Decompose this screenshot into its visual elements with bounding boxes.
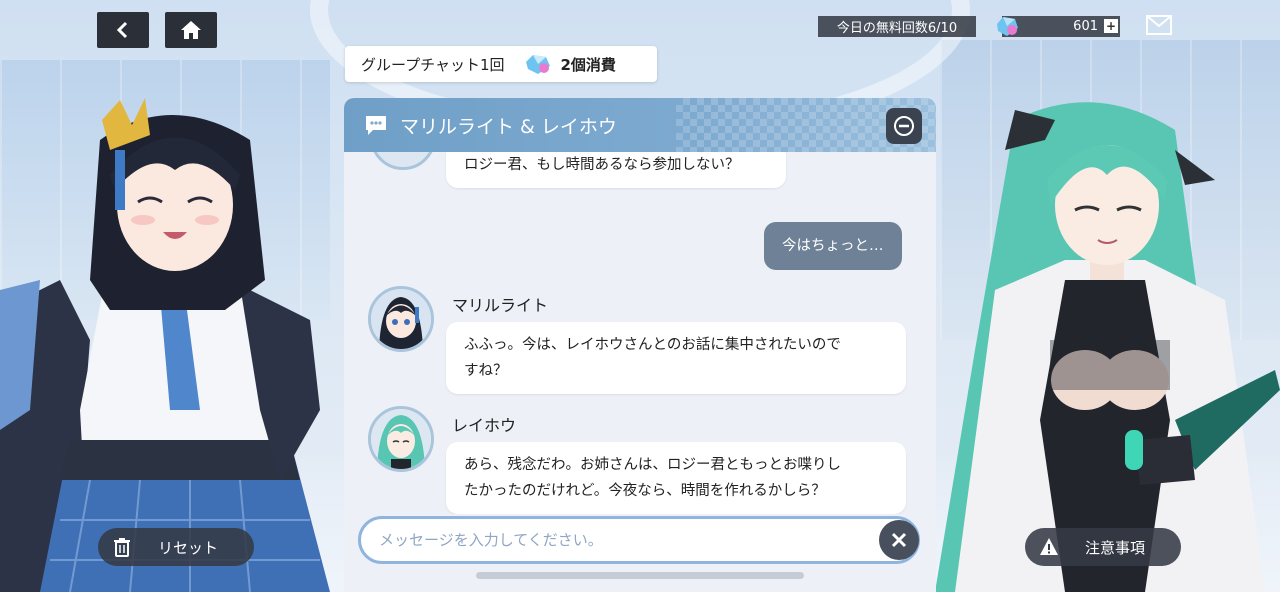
chat-header: マリルライト & レイホウ — [344, 98, 936, 152]
gem-icon — [997, 17, 1018, 36]
cost-label: グループチャット1回 — [361, 55, 505, 74]
message-text-line: あら、残念だわ。お姉さんは、ロジー君ともっとお喋りし — [464, 457, 841, 473]
minus-circle-icon — [894, 116, 914, 136]
message-text: 今はちょっと… — [782, 238, 884, 254]
sender-name: マリルライト — [452, 296, 549, 315]
close-icon — [891, 532, 907, 548]
avatar-marilight — [368, 286, 434, 352]
scroll-indicator[interactable] — [476, 572, 804, 579]
message-bubble: あら、残念だわ。お姉さんは、ロジー君ともっとお喋りし たかったのだけれど。今夜な… — [446, 442, 906, 514]
gem-icon — [525, 55, 550, 74]
free-count-display: 今日の無料回数6/10 — [818, 16, 976, 37]
marilight-portrait — [371, 289, 431, 349]
chevron-left-icon — [116, 21, 128, 39]
avatar-reihou — [368, 406, 434, 472]
reset-label: リセット — [158, 538, 219, 557]
message-text-line: すね？ — [464, 363, 508, 379]
message-bubble: ふふっ。今は、レイホウさんとのお話に集中されたいので すね？ — [446, 322, 906, 394]
message-text-line: たかったのだけれど。今夜なら、時間を作れるかしら？ — [464, 483, 826, 499]
sent-message-bubble: 今はちょっと… — [764, 222, 902, 270]
character-reihou — [935, 102, 1280, 592]
cost-amount: 2個消費 — [560, 55, 616, 74]
message-input-container — [358, 516, 920, 564]
reset-button[interactable]: リセット — [98, 528, 254, 566]
gem-count: 601 — [1073, 19, 1098, 34]
message-text-line: ふふっ。今は、レイホウさんとのお話に集中されたいので — [464, 337, 841, 353]
character-marilight — [0, 98, 330, 592]
add-gems-button[interactable]: + — [1104, 19, 1118, 33]
message-text: ロジー君、もし時間あるなら参加しない？ — [464, 157, 740, 173]
mail-icon[interactable] — [1146, 15, 1172, 35]
message-bubble: ロジー君、もし時間あるなら参加しない？ — [446, 152, 786, 188]
trash-icon — [114, 538, 130, 557]
home-button[interactable] — [165, 12, 217, 48]
avatar-marilight — [370, 152, 436, 170]
clear-input-button[interactable] — [879, 520, 919, 560]
chat-bubble-icon — [366, 116, 386, 135]
reihou-portrait — [371, 409, 431, 469]
message-input[interactable] — [379, 531, 859, 549]
back-button[interactable] — [97, 12, 149, 48]
warning-icon — [1040, 538, 1058, 555]
minimize-button[interactable] — [886, 108, 922, 144]
sender-name: レイホウ — [452, 416, 517, 435]
message-list[interactable]: ロジー君、もし時間あるなら参加しない？ 今はちょっと… マリルライト ふふっ。今… — [344, 152, 936, 514]
notice-label: 注意事項 — [1085, 538, 1146, 557]
chat-cost-indicator: グループチャット1回 2個消費 — [345, 46, 657, 82]
chat-panel: マリルライト & レイホウ ロジー君、もし時間あるなら参加しない？ 今はちょっと… — [344, 98, 936, 592]
notice-button[interactable]: 注意事項 — [1025, 528, 1181, 566]
chat-title: マリルライト & レイホウ — [400, 115, 617, 138]
home-icon — [181, 21, 201, 39]
